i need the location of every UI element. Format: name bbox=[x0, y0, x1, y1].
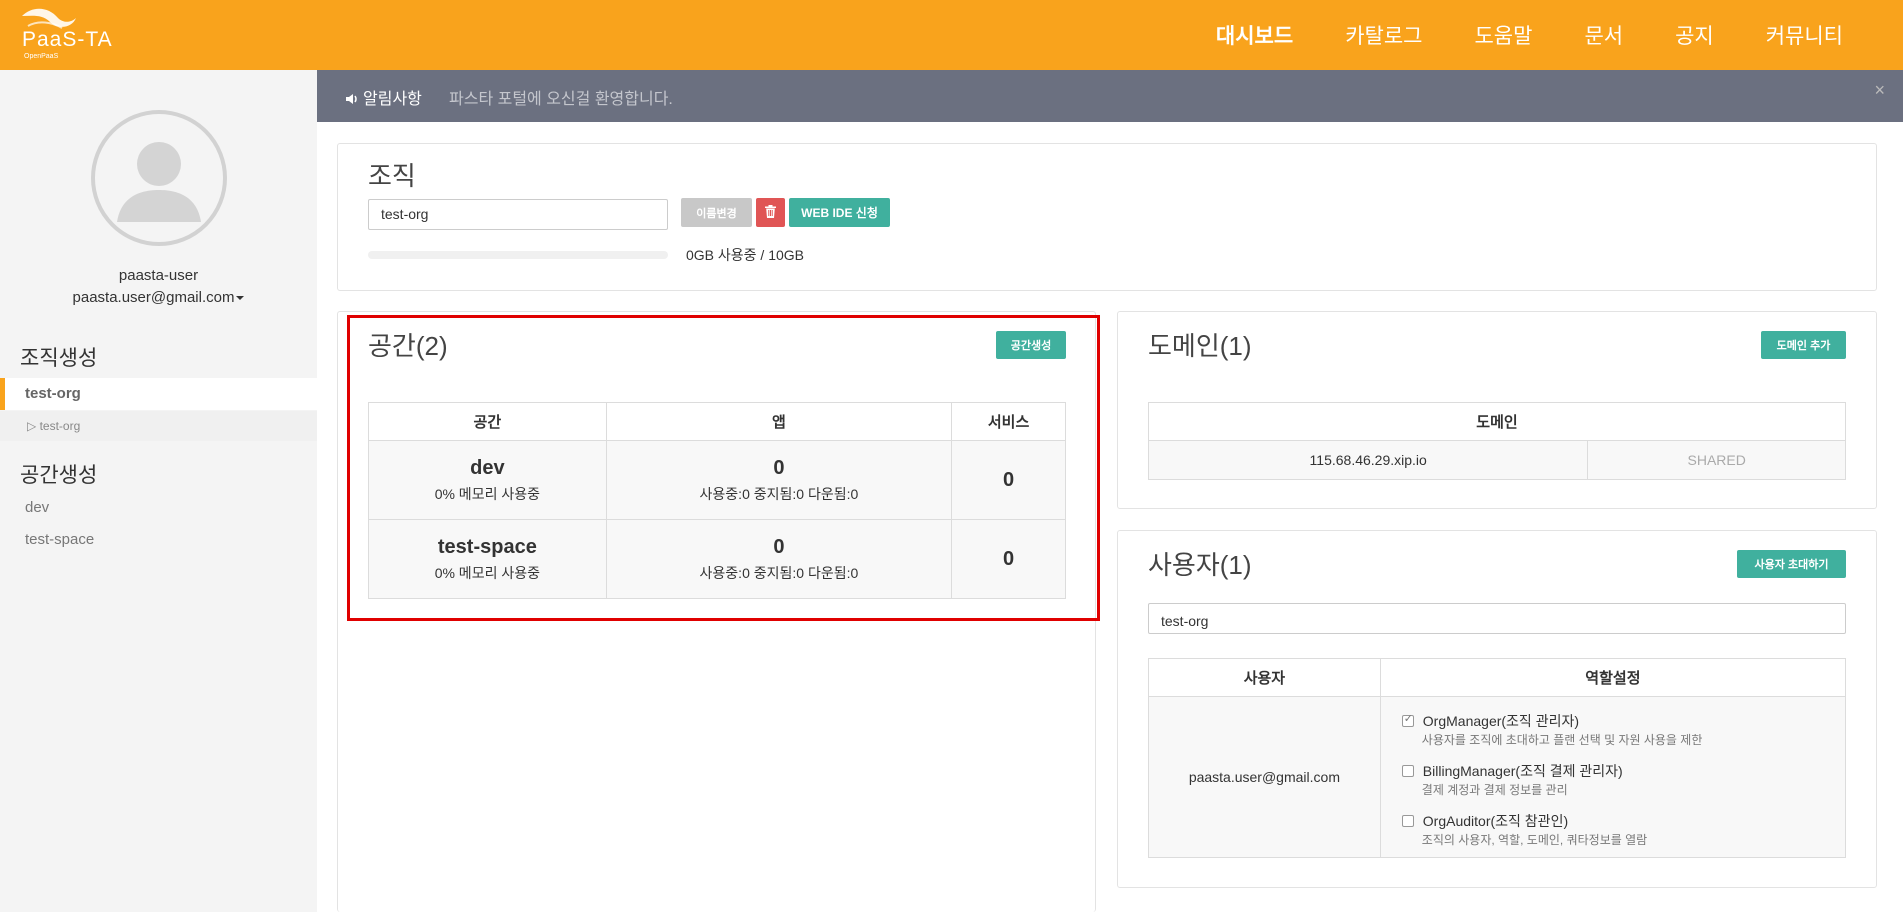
usage-progress-bar bbox=[368, 251, 668, 259]
trash-icon bbox=[765, 204, 776, 218]
notice-bar: 알림사항 파스타 포털에 오신걸 환영합니다. × bbox=[317, 70, 1903, 122]
checkbox-org-manager[interactable] bbox=[1401, 712, 1414, 727]
user-panel: 사용자(1) 사용자 초대하기 test-org 사용자 역할설정 paasta… bbox=[1117, 530, 1877, 888]
nav-docs[interactable]: 문서 bbox=[1584, 20, 1623, 50]
user-email-dropdown[interactable]: paasta.user@gmail.com bbox=[0, 289, 317, 306]
table-row: 115.68.46.29.xip.io SHARED bbox=[1147, 440, 1846, 480]
user-email: paasta.user@gmail.com bbox=[72, 289, 235, 306]
speaker-icon bbox=[346, 94, 357, 104]
role-billing-manager[interactable]: BillingManager(조직 결제 관리자) 결제 계정과 결제 정보를 … bbox=[1382, 761, 1844, 798]
col-header-user: 사용자 bbox=[1148, 658, 1381, 697]
rename-button[interactable]: 이름변경 bbox=[681, 198, 752, 227]
brand-name: PaaS-TA bbox=[22, 28, 113, 51]
notice-label: 알림사항 bbox=[345, 85, 422, 109]
role-name: OrgManager(조직 관리자) bbox=[1422, 712, 1580, 729]
highlight-box bbox=[347, 315, 1100, 621]
top-navbar: PaaS-TA OpenPaaS 대시보드 카탈로그 도움말 문서 공지 커뮤니… bbox=[0, 0, 1903, 70]
webide-request-button[interactable]: WEB IDE 신청 bbox=[789, 198, 890, 227]
close-icon[interactable]: × bbox=[1874, 80, 1885, 101]
user-email-cell: paasta.user@gmail.com bbox=[1148, 696, 1381, 858]
brand-sub: OpenPaaS bbox=[24, 53, 59, 60]
avatar bbox=[91, 110, 227, 246]
user-panel-title: 사용자(1) bbox=[1148, 550, 1252, 580]
notice-text: 파스타 포털에 오신걸 환영합니다. bbox=[449, 91, 673, 108]
role-desc: 조직의 사용자, 역할, 도메인, 쿼타정보를 열람 bbox=[1421, 832, 1648, 847]
top-nav: 대시보드 카탈로그 도움말 문서 공지 커뮤니티 bbox=[1164, 0, 1843, 70]
nav-help[interactable]: 도움말 bbox=[1474, 20, 1532, 50]
role-org-manager[interactable]: OrgManager(조직 관리자) 사용자를 조직에 초대하고 플랜 선택 및… bbox=[1382, 711, 1844, 748]
brand-logo[interactable]: PaaS-TA OpenPaaS bbox=[18, 6, 118, 64]
invite-user-button[interactable]: 사용자 초대하기 bbox=[1737, 550, 1846, 578]
org-name-input[interactable]: test-org bbox=[368, 199, 668, 230]
table-row: paasta.user@gmail.com OrgManager(조직 관리자)… bbox=[1148, 696, 1847, 858]
roles-cell: OrgManager(조직 관리자) 사용자를 조직에 초대하고 플랜 선택 및… bbox=[1379, 696, 1847, 858]
org-panel: 조직 test-org 이름변경 WEB IDE 신청 0GB 사용중 / 10… bbox=[337, 143, 1877, 291]
user-filter-input[interactable]: test-org bbox=[1148, 603, 1846, 634]
sidebar-item-dev[interactable]: dev bbox=[0, 499, 317, 516]
checkbox-billing-manager[interactable] bbox=[1401, 764, 1414, 777]
user-name: paasta-user bbox=[118, 267, 199, 284]
col-header-role: 역할설정 bbox=[1379, 658, 1847, 697]
domain-panel-title: 도메인(1) bbox=[1148, 331, 1252, 361]
domain-table: 도메인 115.68.46.29.xip.io SHARED bbox=[1147, 402, 1846, 480]
org-panel-title: 조직 bbox=[368, 161, 416, 191]
role-org-auditor[interactable]: OrgAuditor(조직 참관인) 조직의 사용자, 역할, 도메인, 쿼타정… bbox=[1382, 811, 1844, 848]
nav-community[interactable]: 커뮤니티 bbox=[1766, 20, 1843, 50]
role-name: BillingManager(조직 결제 관리자) bbox=[1422, 762, 1623, 779]
notice-label-text: 알림사항 bbox=[363, 91, 422, 108]
role-desc: 사용자를 조직에 초대하고 플랜 선택 및 자원 사용을 제한 bbox=[1421, 732, 1703, 747]
space-create-link[interactable]: 공간생성 bbox=[20, 459, 97, 489]
checkbox-org-auditor[interactable] bbox=[1401, 814, 1414, 827]
nav-dashboard[interactable]: 대시보드 bbox=[1216, 20, 1293, 50]
role-name: OrgAuditor(조직 참관인) bbox=[1422, 812, 1569, 829]
sidebar-item-test-org[interactable]: test-org bbox=[0, 378, 317, 410]
nav-notice[interactable]: 공지 bbox=[1675, 20, 1714, 50]
user-avatar-icon bbox=[117, 142, 201, 222]
domain-panel: 도메인(1) 도메인 추가 도메인 115.68.46.29.xip.io SH… bbox=[1117, 311, 1877, 509]
caret-down-icon bbox=[236, 296, 245, 301]
user-table: 사용자 역할설정 paasta.user@gmail.com OrgManage… bbox=[1148, 658, 1847, 858]
role-desc: 결제 계정과 결제 정보를 관리 bbox=[1421, 782, 1568, 797]
sidebar-item-test-space[interactable]: test-space bbox=[0, 531, 317, 548]
org-create-link[interactable]: 조직생성 bbox=[20, 342, 97, 372]
delete-org-button[interactable] bbox=[756, 198, 785, 227]
usage-text: 0GB 사용중 / 10GB bbox=[686, 247, 805, 263]
sidebar: paasta-user paasta.user@gmail.com 조직생성 t… bbox=[0, 70, 317, 912]
col-header-domain: 도메인 bbox=[1148, 402, 1846, 441]
sidebar-subitem-test-org[interactable]: ▷ test-org bbox=[0, 411, 317, 441]
add-domain-button[interactable]: 도메인 추가 bbox=[1761, 331, 1846, 359]
nav-catalog[interactable]: 카탈로그 bbox=[1345, 20, 1422, 50]
domain-type: SHARED bbox=[1587, 440, 1846, 480]
domain-name: 115.68.46.29.xip.io bbox=[1147, 440, 1589, 480]
